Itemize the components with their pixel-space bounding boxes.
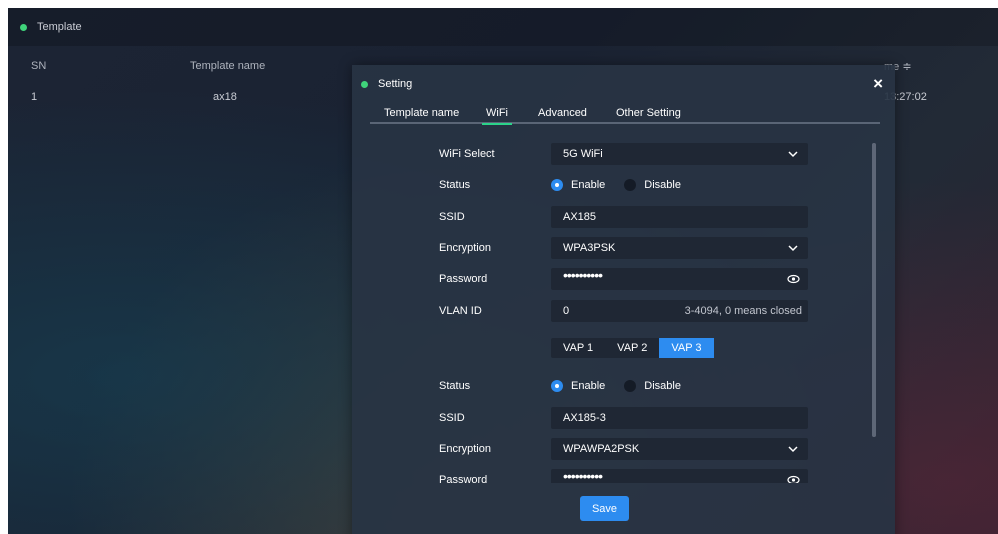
status-dot-icon (20, 23, 27, 31)
vap-encryption-label: Encryption (439, 443, 491, 455)
vap-password-value: •••••••••• (563, 468, 603, 483)
ssid-label: SSID (439, 211, 465, 223)
vap-encryption-dropdown[interactable]: WPAWPA2PSK (551, 438, 808, 460)
tab-wifi[interactable]: WiFi (482, 107, 512, 125)
close-icon[interactable]: × (873, 74, 883, 94)
vap-ssid-row: SSID AX185-3 (352, 407, 895, 429)
password-value: •••••••••• (563, 267, 603, 283)
vap-status-disable-radio[interactable] (624, 380, 637, 392)
vap-status-label: Status (439, 380, 471, 392)
status-label: Status (439, 179, 471, 191)
vlan-hint: 3-4094, 0 means closed (684, 305, 802, 317)
wifi-select-dropdown[interactable]: 5G WiFi (551, 143, 808, 165)
wifi-select-row: WiFi Select 5G WiFi (352, 143, 895, 165)
page-title: Template (37, 21, 82, 33)
form-scroll-area[interactable]: WiFi Select 5G WiFi Status Enable Disabl… (352, 135, 895, 483)
vap-tab-3[interactable]: VAP 3 (659, 338, 714, 358)
vap-encryption-value: WPAWPA2PSK (563, 443, 640, 455)
vap-status-disable-label[interactable]: Disable (644, 380, 681, 392)
vlan-input[interactable]: 0 3-4094, 0 means closed (551, 300, 808, 322)
vap-tab-group: VAP 1 VAP 2 VAP 3 (551, 338, 714, 358)
vlan-label: VLAN ID (439, 305, 482, 317)
ssid-value: AX185 (563, 211, 597, 223)
status-enable-radio[interactable] (551, 179, 563, 191)
encryption-value: WPA3PSK (563, 242, 616, 254)
tab-advanced[interactable]: Advanced (538, 107, 587, 119)
tab-template-name[interactable]: Template name (384, 107, 459, 119)
page-header: Template (8, 8, 998, 46)
status-disable-radio[interactable] (624, 179, 637, 191)
status-radio-group: Enable Disable (551, 177, 700, 193)
status-enable-label[interactable]: Enable (571, 179, 605, 191)
vlan-value: 0 (563, 305, 570, 317)
encryption-label: Encryption (439, 242, 491, 254)
vap-tab-1[interactable]: VAP 1 (551, 338, 605, 358)
eye-icon[interactable] (787, 474, 800, 483)
encryption-dropdown[interactable]: WPA3PSK (551, 237, 808, 259)
status-disable-label[interactable]: Disable (644, 179, 681, 191)
password-row: Password •••••••••• (352, 267, 895, 290)
form-scrollbar[interactable] (872, 143, 876, 437)
status-row: Status Enable Disable (352, 174, 895, 196)
vap-password-input[interactable]: •••••••••• (551, 468, 808, 483)
chevron-down-icon (788, 151, 798, 158)
vap-status-enable-radio[interactable] (551, 380, 563, 392)
vap-ssid-value: AX185-3 (563, 412, 606, 424)
chevron-down-icon (788, 446, 798, 453)
scrollbar-thumb[interactable] (872, 143, 876, 437)
password-label: Password (439, 273, 488, 285)
wifi-select-value: 5G WiFi (563, 148, 603, 160)
tab-other-setting[interactable]: Other Setting (616, 107, 681, 119)
ssid-input[interactable]: AX185 (551, 206, 808, 228)
vlan-row: VLAN ID 0 3-4094, 0 means closed (352, 300, 895, 322)
modal-title-text: Setting (378, 78, 413, 90)
vap-status-radio-group: Enable Disable (551, 378, 700, 394)
vap-tab-2[interactable]: VAP 2 (605, 338, 659, 358)
vap-status-enable-label[interactable]: Enable (571, 380, 605, 392)
setting-modal: Setting × Template name WiFi Advanced Ot… (352, 65, 895, 534)
app-background: Template SN Template name me ≑ 1 ax18 13… (8, 8, 998, 534)
password-input[interactable]: •••••••••• (551, 267, 808, 290)
modal-tabs: Template name WiFi Advanced Other Settin… (370, 103, 880, 125)
vap-ssid-input[interactable]: AX185-3 (551, 407, 808, 429)
vap-password-label: Password (439, 474, 488, 483)
encryption-row: Encryption WPA3PSK (352, 237, 895, 259)
row-template-name: ax18 (213, 91, 237, 103)
column-template-name: Template name (190, 60, 266, 72)
eye-icon[interactable] (787, 273, 800, 285)
column-sn: SN (31, 60, 47, 72)
vap-password-row: Password •••••••••• (352, 468, 895, 483)
row-sn: 1 (31, 91, 38, 103)
wifi-select-label: WiFi Select (439, 148, 495, 160)
save-button[interactable]: Save (580, 496, 629, 521)
vap-ssid-label: SSID (439, 412, 465, 424)
status-dot-icon (361, 80, 368, 88)
ssid-row: SSID AX185 (352, 206, 895, 228)
vap-status-row: Status Enable Disable (352, 375, 895, 397)
vap-encryption-row: Encryption WPAWPA2PSK (352, 438, 895, 460)
chevron-down-icon (788, 245, 798, 252)
modal-title: Setting (361, 78, 412, 90)
